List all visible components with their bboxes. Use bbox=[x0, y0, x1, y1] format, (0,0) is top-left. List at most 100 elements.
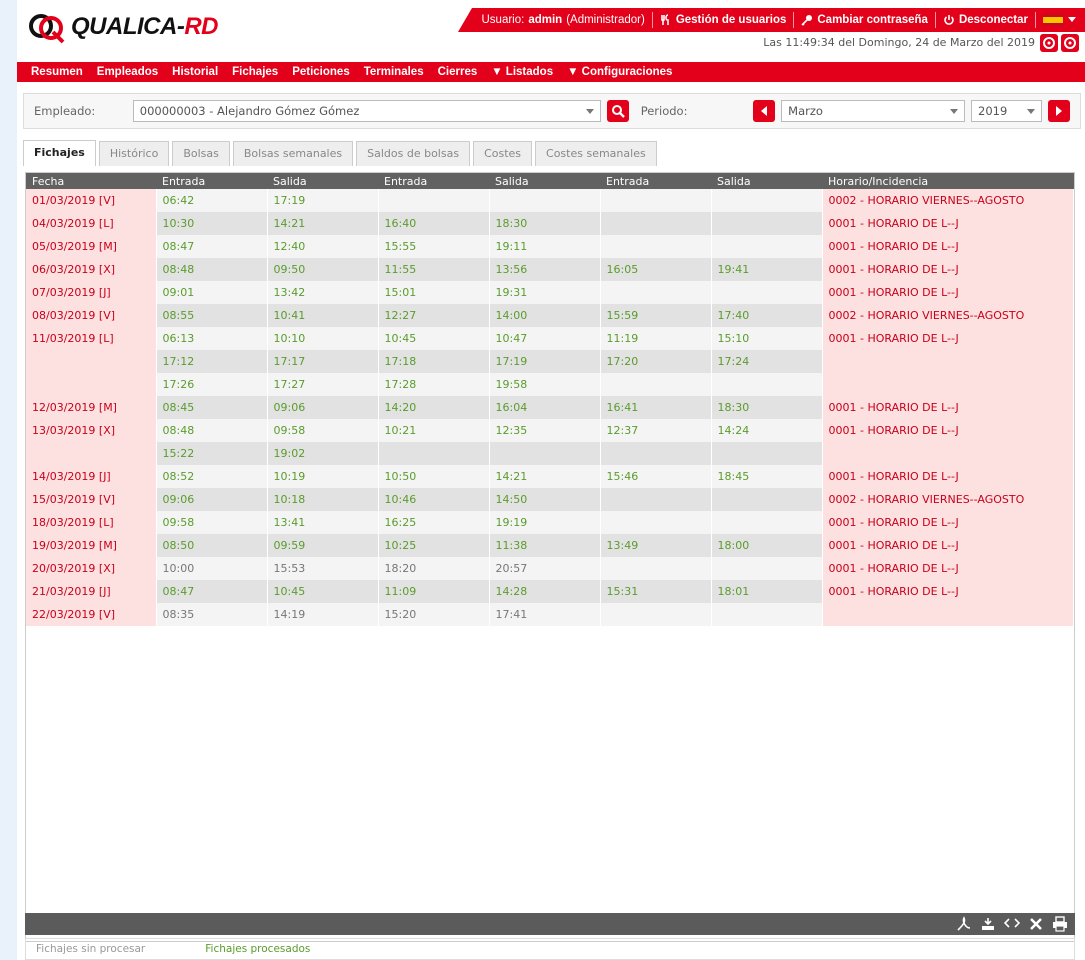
time-cell[interactable] bbox=[600, 511, 712, 534]
time-cell[interactable]: 15:53 bbox=[267, 557, 379, 580]
time-cell[interactable]: 08:45 bbox=[156, 396, 268, 419]
time-cell[interactable]: 08:48 bbox=[156, 258, 268, 281]
table-row[interactable]: 20/03/2019 [X] 10:00 15:53 18:20 20:57 0001 -… bbox=[26, 557, 1074, 580]
time-cell[interactable]: 11:09 bbox=[378, 580, 490, 603]
time-cell[interactable]: 16:41 bbox=[600, 396, 712, 419]
year-select[interactable]: 2019 bbox=[971, 100, 1043, 122]
time-cell[interactable]: 10:30 bbox=[156, 212, 268, 235]
table-row[interactable]: 08/03/2019 [V] 08:55 10:41 12:27 14:00 15:59 1… bbox=[26, 304, 1074, 327]
time-cell[interactable]: 17:41 bbox=[489, 603, 601, 626]
time-cell[interactable]: 17:12 bbox=[156, 350, 268, 373]
table-row[interactable]: 17:12 17:17 17:18 17:19 17:20 17:24 bbox=[26, 350, 1074, 373]
search-button[interactable] bbox=[606, 100, 629, 122]
column-header[interactable]: Salida bbox=[267, 173, 378, 189]
time-cell[interactable] bbox=[711, 189, 823, 212]
column-header[interactable]: Salida bbox=[489, 173, 600, 189]
time-cell[interactable]: 10:47 bbox=[489, 327, 601, 350]
time-cell[interactable] bbox=[600, 189, 712, 212]
time-cell[interactable]: 14:28 bbox=[489, 580, 601, 603]
table-row[interactable]: 19/03/2019 [M] 08:50 09:59 10:25 11:38 13:49 1… bbox=[26, 534, 1074, 557]
time-cell[interactable]: 14:21 bbox=[489, 465, 601, 488]
time-cell[interactable]: 17:20 bbox=[600, 350, 712, 373]
table-row[interactable]: 05/03/2019 [M] 08:47 12:40 15:55 19:11 0001 -… bbox=[26, 235, 1074, 258]
time-cell[interactable] bbox=[600, 281, 712, 304]
change-password-link[interactable]: Cambiar contraseña bbox=[801, 14, 928, 26]
time-cell[interactable]: 13:41 bbox=[267, 511, 379, 534]
time-cell[interactable] bbox=[711, 373, 823, 396]
time-cell[interactable]: 18:30 bbox=[711, 396, 823, 419]
time-cell[interactable] bbox=[711, 603, 823, 626]
time-cell[interactable]: 08:55 bbox=[156, 304, 268, 327]
time-cell[interactable] bbox=[489, 442, 601, 465]
tab-costes-semanales[interactable]: Costes semanales bbox=[535, 141, 657, 166]
menu-configuraciones[interactable]: ▼ Configuraciones bbox=[567, 66, 672, 78]
table-row[interactable]: 14/03/2019 [J] 08:52 10:19 10:50 14:21 15:46 1… bbox=[26, 465, 1074, 488]
qualica-alt-icon[interactable] bbox=[1061, 34, 1079, 52]
employee-select[interactable]: 000000003 - Alejandro Gómez Gómez bbox=[132, 100, 601, 122]
table-row[interactable]: 15/03/2019 [V] 09:06 10:18 10:46 14:50 0002 -… bbox=[26, 488, 1074, 511]
logout-link[interactable]: Desconectar bbox=[943, 14, 1028, 26]
time-cell[interactable]: 17:40 bbox=[711, 304, 823, 327]
time-cell[interactable]: 10:10 bbox=[267, 327, 379, 350]
time-cell[interactable]: 14:24 bbox=[711, 419, 823, 442]
time-cell[interactable]: 11:19 bbox=[600, 327, 712, 350]
time-cell[interactable]: 10:50 bbox=[378, 465, 490, 488]
time-cell[interactable] bbox=[600, 373, 712, 396]
time-cell[interactable]: 12:37 bbox=[600, 419, 712, 442]
menu-peticiones[interactable]: Peticiones bbox=[292, 66, 350, 78]
time-cell[interactable] bbox=[711, 212, 823, 235]
time-cell[interactable] bbox=[600, 442, 712, 465]
time-cell[interactable]: 14:20 bbox=[378, 396, 490, 419]
time-cell[interactable]: 08:47 bbox=[156, 235, 268, 258]
time-cell[interactable]: 14:00 bbox=[489, 304, 601, 327]
time-cell[interactable]: 18:20 bbox=[378, 557, 490, 580]
column-header[interactable]: Entrada bbox=[156, 173, 267, 189]
time-cell[interactable]: 18:45 bbox=[711, 465, 823, 488]
time-cell[interactable] bbox=[711, 557, 823, 580]
time-cell[interactable]: 12:35 bbox=[489, 419, 601, 442]
time-cell[interactable]: 19:31 bbox=[489, 281, 601, 304]
time-cell[interactable] bbox=[711, 281, 823, 304]
time-cell[interactable] bbox=[600, 557, 712, 580]
time-cell[interactable]: 08:48 bbox=[156, 419, 268, 442]
time-cell[interactable]: 15:46 bbox=[600, 465, 712, 488]
tab-fichajes[interactable]: Fichajes bbox=[23, 140, 96, 166]
time-cell[interactable]: 10:18 bbox=[267, 488, 379, 511]
time-cell[interactable] bbox=[378, 442, 490, 465]
time-cell[interactable]: 09:01 bbox=[156, 281, 268, 304]
time-cell[interactable]: 11:55 bbox=[378, 258, 490, 281]
menu-empleados[interactable]: Empleados bbox=[97, 66, 158, 78]
time-cell[interactable]: 10:21 bbox=[378, 419, 490, 442]
user-management-link[interactable]: Gestión de usuarios bbox=[660, 14, 786, 26]
time-cell[interactable]: 15:10 bbox=[711, 327, 823, 350]
time-cell[interactable]: 09:06 bbox=[267, 396, 379, 419]
time-cell[interactable]: 09:59 bbox=[267, 534, 379, 557]
time-cell[interactable]: 19:41 bbox=[711, 258, 823, 281]
time-cell[interactable]: 09:50 bbox=[267, 258, 379, 281]
time-cell[interactable]: 16:40 bbox=[378, 212, 490, 235]
time-cell[interactable]: 08:35 bbox=[156, 603, 268, 626]
table-row[interactable]: 18/03/2019 [L] 09:58 13:41 16:25 19:19 0001 -… bbox=[26, 511, 1074, 534]
time-cell[interactable]: 13:56 bbox=[489, 258, 601, 281]
time-cell[interactable] bbox=[600, 212, 712, 235]
time-cell[interactable]: 17:24 bbox=[711, 350, 823, 373]
column-header[interactable]: Horario/Incidencia bbox=[822, 173, 1074, 189]
menu-fichajes[interactable]: Fichajes bbox=[232, 66, 278, 78]
time-cell[interactable]: 10:19 bbox=[267, 465, 379, 488]
next-period-button[interactable] bbox=[1048, 100, 1070, 122]
time-cell[interactable]: 18:00 bbox=[711, 534, 823, 557]
time-cell[interactable] bbox=[600, 488, 712, 511]
menu-cierres[interactable]: Cierres bbox=[438, 66, 478, 78]
menu-historial[interactable]: Historial bbox=[172, 66, 218, 78]
time-cell[interactable]: 15:31 bbox=[600, 580, 712, 603]
time-cell[interactable] bbox=[711, 442, 823, 465]
table-row[interactable]: 11/03/2019 [L] 06:13 10:10 10:45 10:47 11:19 1… bbox=[26, 327, 1074, 350]
time-cell[interactable]: 19:11 bbox=[489, 235, 601, 258]
time-cell[interactable]: 16:04 bbox=[489, 396, 601, 419]
time-cell[interactable]: 10:00 bbox=[156, 557, 268, 580]
time-cell[interactable]: 13:42 bbox=[267, 281, 379, 304]
print-icon[interactable] bbox=[1051, 915, 1069, 933]
time-cell[interactable]: 20:57 bbox=[489, 557, 601, 580]
table-row[interactable]: 21/03/2019 [J] 08:47 10:45 11:09 14:28 15:31 1… bbox=[26, 580, 1074, 603]
language-selector[interactable] bbox=[1043, 14, 1077, 26]
